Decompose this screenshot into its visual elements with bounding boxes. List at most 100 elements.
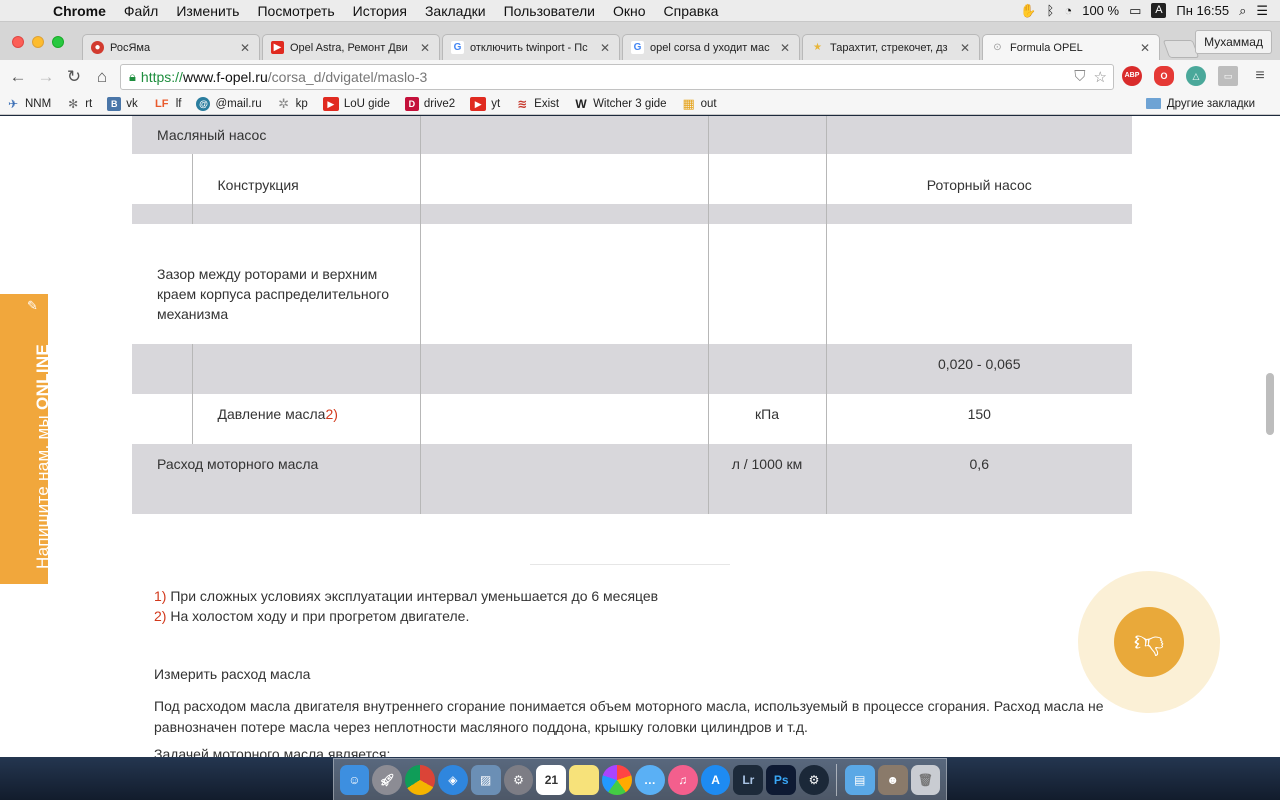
bookmark-nnm[interactable]: ✈ NNM bbox=[6, 97, 51, 111]
plane-icon: ✈ bbox=[7, 96, 19, 111]
thumbs-down-icon[interactable]: 👎︎ bbox=[1114, 607, 1184, 677]
messages-icon[interactable]: … bbox=[634, 764, 665, 795]
reload-icon[interactable]: ↻ bbox=[60, 67, 88, 87]
page-content: Масляный насос Конструкция Роторный насо… bbox=[0, 116, 1280, 757]
preview-icon[interactable]: ▨ bbox=[470, 764, 501, 795]
bookmark-mailru[interactable]: @ @mail.ru bbox=[196, 96, 262, 111]
tab-close-icon[interactable]: ✕ bbox=[1139, 41, 1151, 55]
table-cell-value: 0,6 bbox=[969, 456, 989, 472]
close-window-button[interactable] bbox=[12, 36, 24, 48]
bookmark-yt[interactable]: ▶ yt bbox=[470, 96, 500, 111]
menu-window[interactable]: Окно bbox=[604, 3, 655, 19]
save-icon[interactable]: ▭ bbox=[1218, 66, 1238, 86]
table-cell-label: Зазор между роторами и верхним краем кор… bbox=[157, 266, 389, 322]
menu-edit[interactable]: Изменить bbox=[167, 3, 248, 19]
film-reel-icon: ✲ bbox=[278, 95, 290, 111]
new-tab-button[interactable] bbox=[1162, 40, 1200, 58]
bookmark-label: Witcher 3 gide bbox=[593, 97, 667, 110]
bookmark-lou-gide[interactable]: ▶ LoU gide bbox=[322, 96, 390, 111]
steam-icon[interactable]: ⚙ bbox=[799, 764, 829, 795]
tab-close-icon[interactable]: ✕ bbox=[959, 41, 971, 55]
notes-icon[interactable] bbox=[569, 764, 600, 795]
system-preferences-icon[interactable]: ⚙ bbox=[503, 764, 534, 795]
app-store-icon[interactable]: A bbox=[700, 764, 731, 795]
lock-icon[interactable]: 🔒︎ bbox=[129, 69, 136, 85]
battery-icon[interactable]: ▭ bbox=[1129, 3, 1141, 19]
photoshop-icon[interactable]: Ps bbox=[766, 764, 797, 795]
other-bookmarks-folder[interactable]: Другие закладки bbox=[1145, 98, 1255, 110]
home-icon[interactable]: ⌂ bbox=[88, 67, 116, 87]
zoom-window-button[interactable] bbox=[52, 36, 64, 48]
finder-icon[interactable]: ☺ bbox=[339, 764, 370, 795]
safari-icon[interactable]: ◈ bbox=[437, 764, 468, 795]
profile-button[interactable]: Мухаммад bbox=[1195, 30, 1272, 54]
user-photo-icon[interactable]: ☻ bbox=[877, 764, 908, 795]
tab-opel-astra[interactable]: ▶ Opel Astra, Ремонт Дви ✕ bbox=[262, 34, 440, 60]
bookmark-out[interactable]: ▦ out bbox=[682, 96, 716, 111]
launchpad-icon[interactable]: 🚀︎ bbox=[372, 764, 403, 795]
extension-shape-icon[interactable]: △ bbox=[1186, 66, 1206, 86]
hand-icon[interactable]: ✋ bbox=[1020, 3, 1036, 19]
tab-formula-opel[interactable]: ⊙ Formula OPEL ✕ bbox=[982, 34, 1160, 60]
tab-close-icon[interactable]: ✕ bbox=[779, 41, 791, 55]
bookmark-star-icon[interactable]: ☆ bbox=[1094, 68, 1107, 86]
menu-bookmarks[interactable]: Закладки bbox=[416, 3, 495, 19]
bookmark-witcher[interactable]: W Witcher 3 gide bbox=[574, 97, 667, 111]
menu-app-chrome[interactable]: Chrome bbox=[44, 3, 115, 19]
bluetooth-icon[interactable]: ᛒ bbox=[1047, 3, 1055, 18]
back-arrow-icon[interactable]: ← bbox=[4, 67, 32, 87]
adblock-icon[interactable]: ABP bbox=[1122, 66, 1142, 86]
notification-center-icon[interactable]: ☰ bbox=[1256, 3, 1268, 19]
trash-icon[interactable]: 🗑︎ bbox=[910, 764, 941, 795]
itunes-icon[interactable]: ♫ bbox=[667, 764, 698, 795]
tab-close-icon[interactable]: ✕ bbox=[599, 41, 611, 55]
opera-icon[interactable]: O bbox=[1154, 66, 1174, 86]
menu-help[interactable]: Справка bbox=[655, 3, 728, 19]
bookmark-drive2[interactable]: Ddrive2 bbox=[404, 96, 456, 111]
bookmark-lf[interactable]: LF lf bbox=[153, 97, 181, 111]
menu-view[interactable]: Посмотреть bbox=[248, 3, 343, 19]
shield-icon[interactable]: ⛉ bbox=[1074, 68, 1085, 86]
page-scrollbar[interactable] bbox=[1266, 373, 1274, 435]
photos-icon[interactable] bbox=[602, 764, 632, 795]
tab-close-icon[interactable]: ✕ bbox=[239, 41, 251, 55]
footnote-link[interactable]: 2) bbox=[325, 406, 337, 422]
divider bbox=[530, 564, 730, 565]
tab-twinport[interactable]: G отключить twinport - Пс ✕ bbox=[442, 34, 620, 60]
tab-tarakhtit[interactable]: ★ Тарахтит, стрекочет, дз ✕ bbox=[802, 34, 980, 60]
macos-menubar: Chrome Файл Изменить Посмотреть История … bbox=[0, 0, 1280, 22]
minimize-window-button[interactable] bbox=[32, 36, 44, 48]
tab-title: opel corsa d уходит мас bbox=[650, 41, 770, 54]
online-chat-widget[interactable]: ✎ Напишите нам, мы ONLINE bbox=[0, 294, 52, 584]
menu-history[interactable]: История bbox=[344, 3, 416, 19]
battery-percent[interactable]: 100 % bbox=[1082, 3, 1119, 18]
lightroom-icon[interactable]: Lr bbox=[733, 764, 764, 795]
table-cell-value: Роторный насос bbox=[926, 177, 1032, 193]
chrome-icon[interactable] bbox=[405, 764, 435, 795]
table-cell-label: Конструкция bbox=[217, 177, 299, 193]
address-bar[interactable]: 🔒︎ https:// www.f-opel.ru /corsa_d/dviga… bbox=[120, 64, 1114, 90]
clock[interactable]: Пн 16:55 bbox=[1176, 3, 1229, 18]
menu-file[interactable]: Файл bbox=[115, 3, 167, 19]
bookmark-label: drive2 bbox=[423, 97, 456, 110]
specs-table: Масляный насос Конструкция Роторный насо… bbox=[132, 116, 1132, 514]
forward-arrow-icon[interactable]: → bbox=[32, 67, 60, 87]
menu-users[interactable]: Пользователи bbox=[495, 3, 604, 19]
tab-close-icon[interactable]: ✕ bbox=[419, 41, 431, 55]
dock-separator bbox=[836, 763, 838, 796]
tab-title: РосЯма bbox=[110, 41, 151, 54]
tab-opel-corsa[interactable]: G opel corsa d уходит мас ✕ bbox=[622, 34, 800, 60]
bookmark-rt[interactable]: ✻ rt bbox=[66, 97, 92, 111]
bookmark-kp[interactable]: ✲ kp bbox=[277, 95, 308, 111]
chrome-menu-icon[interactable]: ≡ bbox=[1250, 66, 1270, 86]
spotlight-search-icon[interactable]: ⌕ bbox=[1239, 3, 1246, 19]
wifi-icon[interactable]: ◔ bbox=[1064, 3, 1072, 18]
body-paragraph: Под расходом масла двигателя внутреннего… bbox=[154, 698, 1104, 735]
table-row: Зазор между роторами и верхним краем кор… bbox=[132, 224, 1132, 344]
bookmark-exist[interactable]: ≋ Exist bbox=[515, 97, 559, 111]
input-source-indicator[interactable]: A bbox=[1151, 3, 1167, 18]
calendar-icon[interactable]: 21 bbox=[536, 764, 567, 795]
bookmark-vk[interactable]: Bvk bbox=[107, 96, 138, 111]
downloads-folder-icon[interactable]: ▤ bbox=[844, 764, 875, 795]
tab-rosyama[interactable]: ● РосЯма ✕ bbox=[82, 34, 260, 60]
